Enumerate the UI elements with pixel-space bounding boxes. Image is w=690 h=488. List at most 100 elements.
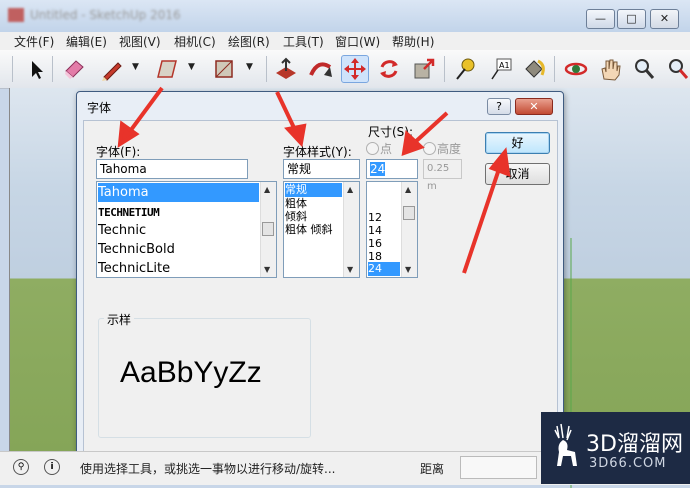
list-item[interactable]: TechnicLite — [98, 259, 170, 277]
list-item[interactable]: TechnicBold — [98, 240, 175, 259]
scroll-down-icon[interactable]: ▼ — [264, 265, 270, 274]
scroll-thumb[interactable] — [403, 206, 415, 220]
font-dialog: 字体 ? ✕ 字体(F): Tahoma Tahoma TECHNETIUM T… — [76, 91, 564, 456]
watermark-url: 3D66.COM — [589, 456, 667, 471]
list-item[interactable]: Technic — [98, 221, 146, 240]
menu-help[interactable]: 帮助(H) — [392, 33, 434, 50]
menu-file[interactable]: 文件(F) — [14, 33, 54, 50]
chevron-down-icon[interactable]: ▼ — [132, 62, 139, 72]
scroll-down-icon[interactable]: ▼ — [347, 265, 353, 274]
watermark-title: 3D溜溜网 — [586, 432, 683, 457]
menu-draw[interactable]: 绘图(R) — [228, 33, 270, 50]
cancel-button[interactable]: 取消 — [485, 163, 550, 185]
font-name-input[interactable]: Tahoma — [96, 159, 248, 179]
menu-tools[interactable]: 工具(T) — [283, 33, 324, 50]
window-titlebar: Untitled - SketchUp 2016 — □ ✕ — [0, 0, 690, 33]
info-icon[interactable]: i — [44, 459, 60, 475]
pan-hand-icon[interactable] — [596, 55, 624, 83]
paint-bucket-icon[interactable] — [520, 55, 548, 83]
window-title: Untitled - SketchUp 2016 — [30, 8, 181, 22]
orbit-icon[interactable] — [562, 55, 590, 83]
close-button[interactable]: ✕ — [650, 9, 679, 29]
scroll-thumb[interactable] — [262, 222, 274, 236]
watermark: 3D溜溜网 3D66.COM — [541, 412, 690, 484]
list-item-selected[interactable]: 24 — [368, 262, 400, 276]
list-item[interactable]: 22 — [368, 276, 382, 277]
size-list[interactable]: 12 14 16 18 20 22 24 ▲ ▼ — [366, 181, 418, 278]
rotated-rectangle-icon[interactable] — [210, 55, 238, 83]
select-arrow-icon[interactable] — [22, 55, 50, 83]
push-pull-icon[interactable] — [272, 55, 300, 83]
chevron-down-icon[interactable]: ▼ — [246, 62, 253, 72]
scroll-up-icon[interactable]: ▲ — [405, 185, 411, 194]
scroll-up-icon[interactable]: ▲ — [264, 185, 270, 194]
scroll-down-icon[interactable]: ▼ — [405, 265, 411, 274]
list-item[interactable]: 14 — [368, 224, 382, 237]
toolbar-separator — [12, 56, 13, 82]
font-list-scrollbar[interactable]: ▲ ▼ — [260, 182, 276, 277]
app-icon — [8, 8, 24, 22]
list-item[interactable]: 16 — [368, 237, 382, 250]
size-list-scrollbar[interactable]: ▲ ▼ — [401, 182, 417, 277]
menu-edit[interactable]: 编辑(E) — [66, 33, 107, 50]
eraser-icon[interactable] — [60, 55, 88, 83]
list-item[interactable]: 12 — [368, 211, 382, 224]
text-icon[interactable]: A1 — [486, 55, 514, 83]
sample-text: AaBbYyZz — [120, 356, 262, 389]
dialog-close-button[interactable]: ✕ — [515, 98, 553, 115]
list-item[interactable]: Tahoma — [98, 183, 259, 202]
maximize-button[interactable]: □ — [617, 9, 646, 29]
menu-camera[interactable]: 相机(C) — [174, 33, 216, 50]
height-radio-label: 高度 — [437, 142, 462, 156]
font-list[interactable]: Tahoma TECHNETIUM Technic TechnicBold Te… — [96, 181, 277, 278]
list-item[interactable]: 常规 — [285, 183, 342, 197]
menu-view[interactable]: 视图(V) — [119, 33, 161, 50]
distance-label: 距离 — [420, 462, 445, 476]
main-toolbar: ▼ ▼ ▼ A1 — [0, 50, 690, 89]
rectangle-icon[interactable] — [152, 55, 180, 83]
ok-button[interactable]: 好 — [485, 132, 550, 154]
point-radio-label: 点 — [380, 142, 393, 156]
help-button[interactable]: ? — [487, 98, 511, 115]
rotate-icon[interactable] — [375, 55, 403, 83]
font-label: 字体(F): — [96, 145, 141, 159]
scale-icon[interactable] — [410, 55, 438, 83]
height-input[interactable]: 0.25 m — [423, 159, 462, 192]
height-radio[interactable] — [423, 142, 436, 155]
toolbar-separator — [444, 56, 445, 82]
point-radio[interactable] — [366, 142, 379, 155]
sample-legend: 示样 — [104, 311, 135, 328]
style-list[interactable]: 常规 粗体 倾斜 粗体 倾斜 ▲ ▼ — [283, 181, 360, 278]
tape-measure-icon[interactable] — [452, 55, 480, 83]
chevron-down-icon[interactable]: ▼ — [188, 62, 195, 72]
size-label: 尺寸(S): — [368, 125, 414, 139]
style-list-scrollbar[interactable]: ▲ ▼ — [343, 182, 359, 277]
style-label: 字体样式(Y): — [283, 145, 352, 159]
status-text: 使用选择工具，或挑选一事物以进行移动/旋转... — [80, 462, 336, 476]
list-item[interactable]: 粗体 — [285, 197, 307, 210]
dialog-body: 字体(F): Tahoma Tahoma TECHNETIUM Technic … — [83, 120, 558, 452]
zoom-icon[interactable] — [630, 55, 658, 83]
scroll-up-icon[interactable]: ▲ — [347, 185, 353, 194]
menu-bar: 文件(F) 编辑(E) 视图(V) 相机(C) 绘图(R) 工具(T) 窗口(W… — [0, 32, 690, 50]
toolbar-separator — [554, 56, 555, 82]
deer-logo — [554, 423, 577, 466]
svg-text:A1: A1 — [499, 61, 510, 70]
measurements-input[interactable] — [460, 456, 537, 479]
style-input[interactable]: 常规 — [283, 159, 360, 179]
size-input-value: 24 — [370, 162, 386, 176]
list-item[interactable]: 粗体 倾斜 — [285, 223, 333, 236]
minimize-button[interactable]: — — [586, 9, 615, 29]
size-input[interactable]: 24 — [366, 159, 418, 179]
list-item[interactable]: TECHNETIUM — [98, 203, 160, 222]
move-icon[interactable] — [341, 55, 369, 83]
pencil-line-icon[interactable] — [98, 55, 126, 83]
follow-me-icon[interactable] — [306, 55, 334, 83]
toolbar-separator — [266, 56, 267, 82]
list-item[interactable]: 倾斜 — [285, 210, 307, 223]
menu-window[interactable]: 窗口(W) — [335, 33, 380, 50]
dialog-title: 字体 — [87, 101, 112, 115]
geo-location-icon[interactable]: ⚲ — [13, 459, 29, 475]
zoom-extents-icon[interactable] — [664, 55, 690, 83]
toolbar-separator — [52, 56, 53, 82]
